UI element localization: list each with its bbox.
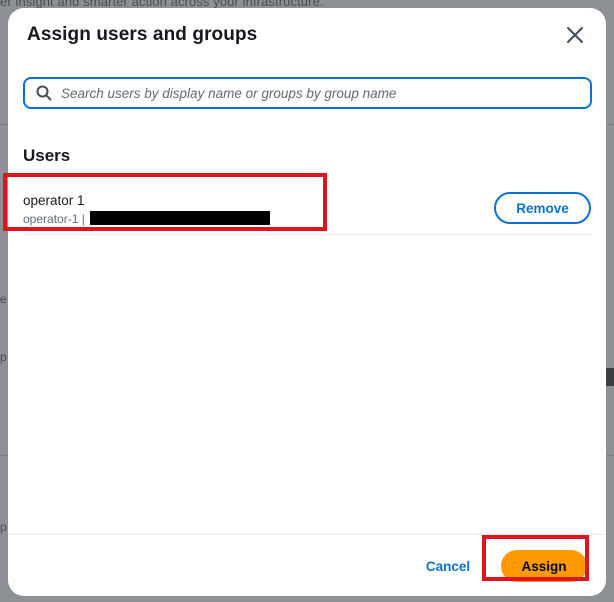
- redacted-block: [90, 211, 271, 225]
- background-fragment: e: [0, 292, 7, 306]
- footer-divider: [8, 534, 606, 535]
- search-icon: [36, 85, 52, 101]
- modal-title: Assign users and groups: [27, 24, 258, 45]
- user-display-name: operator 1: [23, 193, 85, 208]
- background-fragment: p: [0, 350, 7, 364]
- assign-users-modal: Assign users and groups Users operator 1…: [8, 8, 606, 596]
- close-icon: [567, 27, 583, 43]
- user-details: operator-1 |: [23, 211, 271, 226]
- user-username: operator-1: [23, 212, 79, 226]
- assign-button[interactable]: Assign: [501, 550, 587, 582]
- background-fragment: p: [0, 520, 7, 534]
- modal-header: Assign users and groups: [8, 8, 606, 68]
- cancel-button[interactable]: Cancel: [414, 555, 482, 577]
- users-section-title: Users: [23, 146, 71, 165]
- search-field[interactable]: [23, 77, 592, 109]
- background-scroll-element: [606, 368, 614, 386]
- remove-user-button[interactable]: Remove: [494, 192, 591, 224]
- user-separator: |: [81, 212, 85, 226]
- close-button[interactable]: [562, 22, 588, 48]
- search-input[interactable]: [61, 79, 581, 107]
